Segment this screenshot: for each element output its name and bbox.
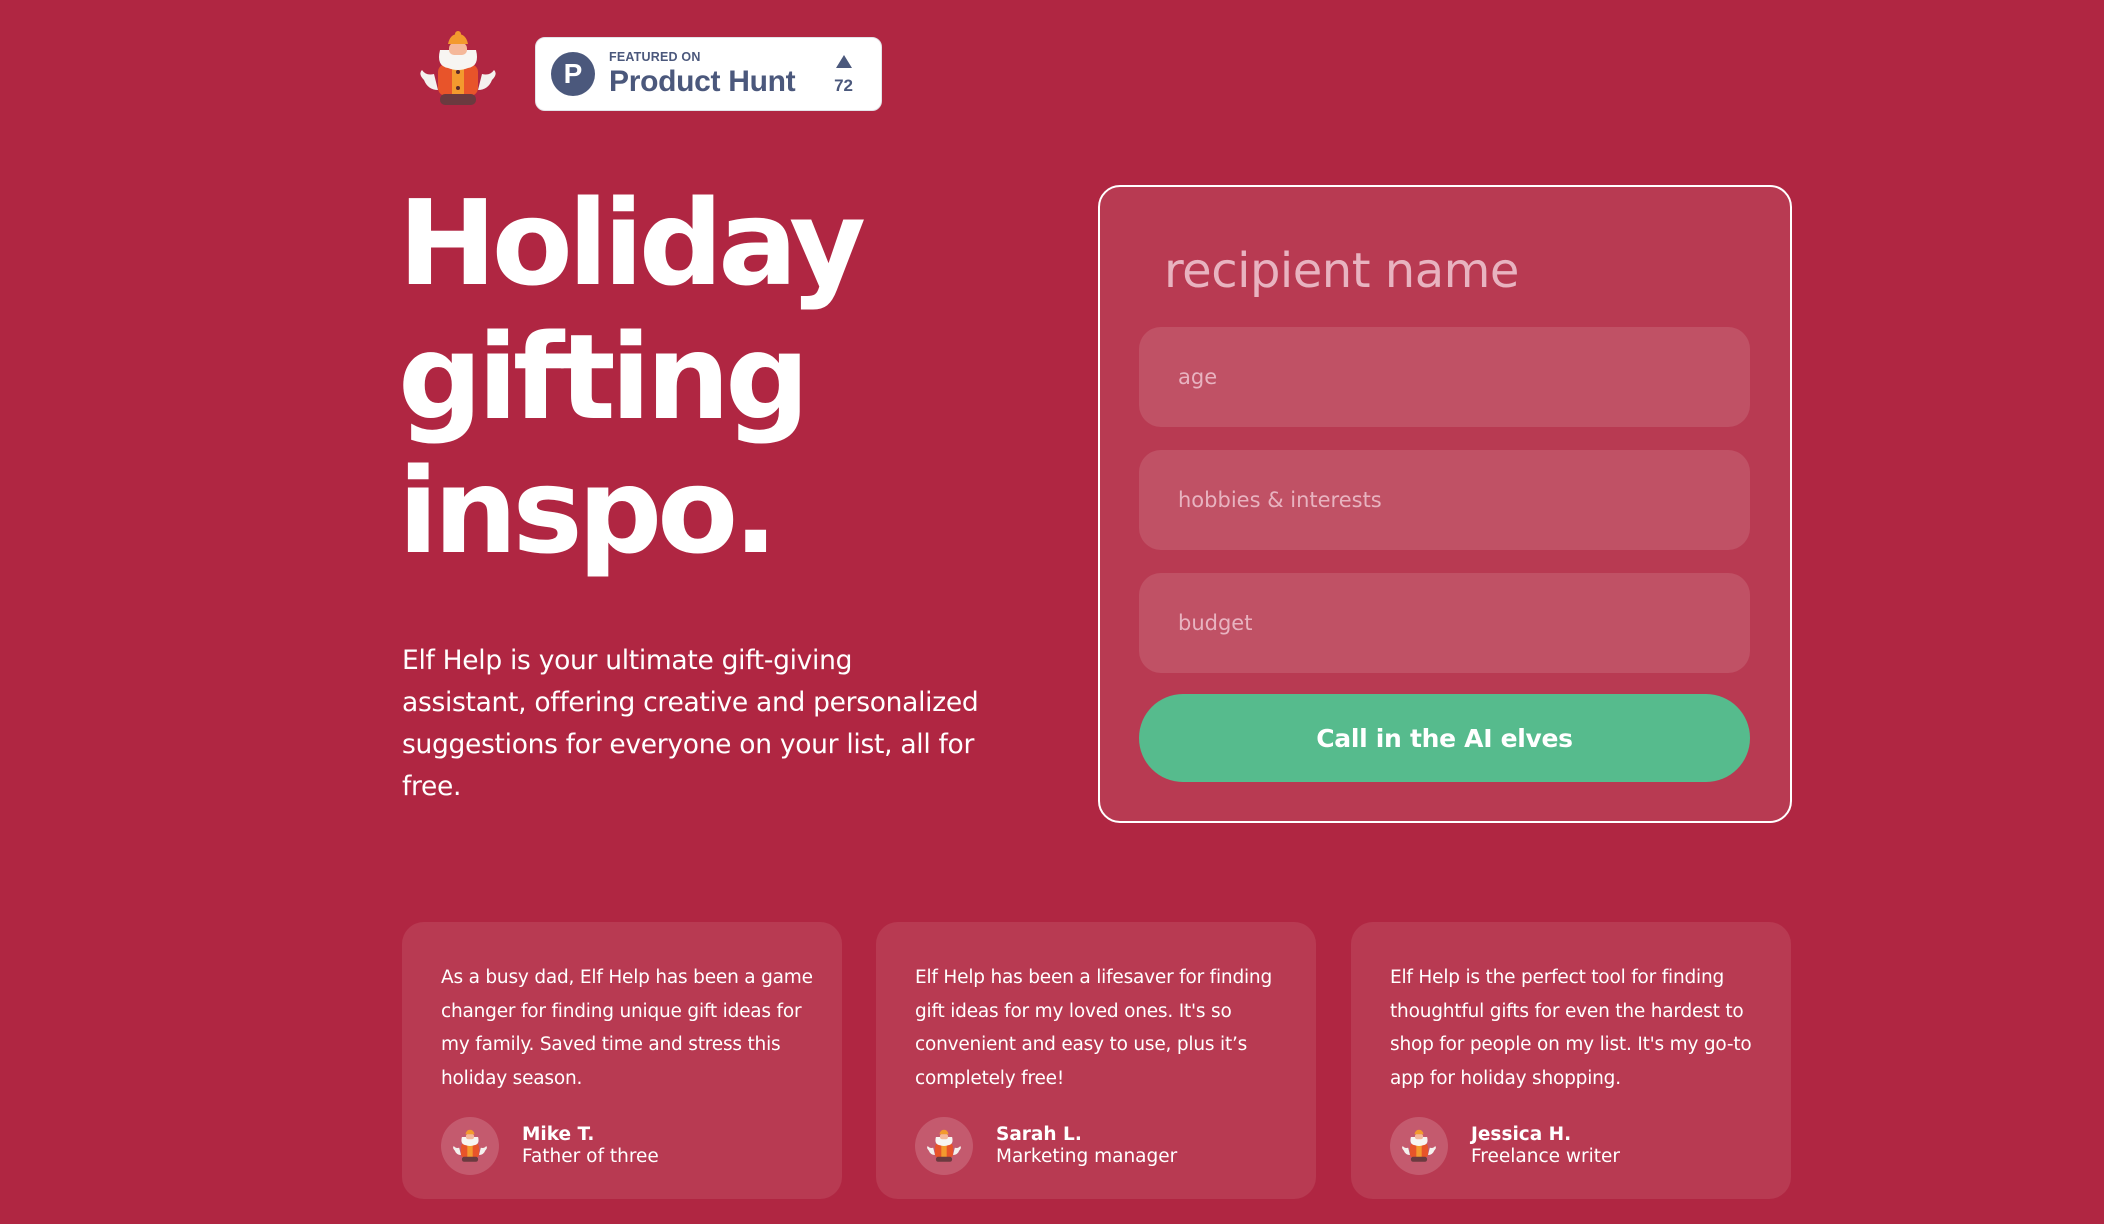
testimonial-quote: As a busy dad, Elf Help has been a game … <box>441 967 813 1089</box>
author-name: Sarah L. <box>996 1124 1082 1145</box>
hero-description: Elf Help is your ultimate gift-giving as… <box>402 645 979 802</box>
budget-input[interactable] <box>1139 573 1750 673</box>
author-name: Mike T. <box>522 1124 595 1145</box>
author-role: Freelance writer <box>1471 1146 1621 1167</box>
author-role: Father of three <box>522 1146 659 1167</box>
product-hunt-text: FEATURED ON Product Hunt <box>609 50 796 98</box>
headline-line: gifting <box>398 308 810 446</box>
call-elves-button[interactable]: Call in the AI elves <box>1139 694 1750 782</box>
testimonial-author: Sarah L. Marketing manager <box>915 1117 1177 1175</box>
product-hunt-name: Product Hunt <box>609 64 796 98</box>
author-info: Mike T. Father of three <box>522 1124 659 1168</box>
testimonial-card: As a busy dad, Elf Help has been a game … <box>402 922 842 1199</box>
testimonial-author: Jessica H. Freelance writer <box>1390 1117 1620 1175</box>
featured-on-label: FEATURED ON <box>609 50 701 65</box>
testimonial-author: Mike T. Father of three <box>441 1117 659 1175</box>
avatar <box>915 1117 973 1175</box>
elf-logo-icon[interactable] <box>414 30 502 110</box>
avatar <box>1390 1117 1448 1175</box>
recipient-name-input[interactable] <box>1164 231 1724 311</box>
testimonial-card: Elf Help has been a lifesaver for findin… <box>876 922 1316 1199</box>
hobbies-input[interactable] <box>1139 450 1750 550</box>
vote-count: 72 <box>834 75 853 95</box>
hero-headline: Holiday gifting inspo. <box>398 176 1038 578</box>
author-info: Jessica H. Freelance writer <box>1471 1124 1620 1168</box>
product-hunt-logo-icon: P <box>551 52 595 96</box>
author-role: Marketing manager <box>996 1146 1178 1167</box>
testimonial-card: Elf Help is the perfect tool for finding… <box>1351 922 1791 1199</box>
testimonial-quote: Elf Help is the perfect tool for finding… <box>1390 967 1752 1089</box>
elf-avatar-icon <box>927 1129 961 1162</box>
headline-line: Holiday <box>398 174 866 312</box>
author-name: Jessica H. <box>1471 1124 1572 1145</box>
product-hunt-badge[interactable]: P FEATURED ON Product Hunt 72 <box>535 37 882 111</box>
elf-avatar-icon <box>453 1129 487 1162</box>
author-info: Sarah L. Marketing manager <box>996 1124 1177 1168</box>
gift-form: Call in the AI elves <box>1098 185 1792 823</box>
avatar <box>441 1117 499 1175</box>
testimonial-quote: Elf Help has been a lifesaver for findin… <box>915 967 1273 1089</box>
upvote-count: 72 <box>834 54 853 95</box>
age-input[interactable] <box>1139 327 1750 427</box>
elf-avatar-icon <box>1402 1129 1436 1162</box>
triangle-up-icon <box>835 54 852 68</box>
headline-line: inspo. <box>398 442 778 580</box>
